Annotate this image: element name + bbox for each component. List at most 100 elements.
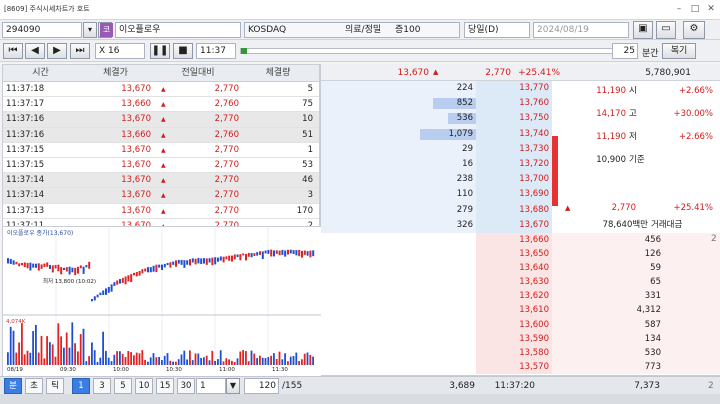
- table-row[interactable]: 11:37:17 13,660 ▲ 2,760 75: [3, 97, 319, 113]
- candle: [7, 258, 9, 264]
- volume-bar: [138, 353, 141, 365]
- up-triangle-icon: ▲: [161, 131, 166, 139]
- tab-interval-6[interactable]: 10: [135, 378, 153, 394]
- date-input[interactable]: 2024/08/19: [533, 22, 629, 38]
- tab-interval-7[interactable]: 15: [156, 378, 174, 394]
- candle: [54, 265, 57, 269]
- bid-row[interactable]: 13,630 65: [321, 275, 720, 289]
- stock-code-input[interactable]: 294090: [2, 22, 82, 38]
- table-row[interactable]: 11:37:18 13,670 ▲ 2,770 5: [3, 82, 319, 98]
- ask-price: 13,750: [519, 113, 549, 124]
- gear-icon[interactable]: ⚙: [683, 21, 705, 39]
- volume-bar: [301, 359, 303, 365]
- ask-qty: 326: [456, 219, 473, 230]
- stop-icon[interactable]: ■: [173, 43, 193, 59]
- tab-type-2[interactable]: 틱: [46, 378, 64, 394]
- volume-bar: [312, 356, 314, 365]
- volume-bar: [275, 358, 278, 365]
- volume-bar: [7, 352, 9, 365]
- ask-row[interactable]: 29 13,730: [321, 142, 553, 157]
- ask-row[interactable]: 16 13,720: [321, 157, 553, 172]
- trade-price: 13,670: [121, 84, 151, 94]
- volume-bar: [250, 350, 253, 365]
- ask-qty: 29: [462, 143, 473, 154]
- bid-row[interactable]: 13,650 126: [321, 247, 720, 261]
- table-row[interactable]: 11:37:13 13,670 ▲ 2,770 170: [3, 203, 319, 219]
- bid-row[interactable]: 13,620 331: [321, 289, 720, 303]
- volume-bar: [65, 332, 68, 365]
- dropdown-chevron-icon[interactable]: ▼: [226, 378, 240, 394]
- tab-interval-3[interactable]: 1: [72, 378, 90, 394]
- table-row[interactable]: 11:37:14 13,670 ▲ 2,770 3: [3, 188, 319, 204]
- bid-row[interactable]: 13,640 59: [321, 261, 720, 275]
- minimize-icon[interactable]: –: [672, 3, 686, 15]
- candle: [141, 269, 144, 274]
- ask-row[interactable]: 110 13,690: [321, 187, 553, 202]
- bid-row[interactable]: 13,570 773: [321, 360, 720, 374]
- tab-interval-5[interactable]: 5: [114, 378, 132, 394]
- table-row[interactable]: 11:37:15 13,670 ▲ 2,770 1: [3, 142, 319, 158]
- trade-volume: 3: [307, 190, 313, 201]
- ask-qty: 1,079: [448, 128, 473, 139]
- time-field[interactable]: 11:37: [196, 43, 236, 59]
- tab-interval-8[interactable]: 30: [177, 378, 195, 394]
- candle: [158, 264, 161, 268]
- speed-field[interactable]: X 16: [95, 43, 145, 59]
- tab-type-1[interactable]: 초: [25, 378, 43, 394]
- tab-type-0[interactable]: 분: [4, 378, 22, 394]
- ask-price: 13,770: [519, 83, 549, 93]
- timeline-slider[interactable]: [240, 48, 620, 54]
- candle: [155, 264, 158, 273]
- last-icon[interactable]: ⏭: [70, 43, 90, 59]
- restore-button[interactable]: 복기: [662, 43, 696, 59]
- candle: [79, 265, 82, 269]
- bid-row[interactable]: 13,590 134: [321, 332, 720, 346]
- maximize-icon[interactable]: □: [688, 3, 702, 15]
- quote-change: 2,770: [485, 68, 511, 78]
- stock-name-field[interactable]: 이오플로우: [115, 22, 241, 38]
- page-input[interactable]: 120: [244, 378, 279, 394]
- table-row[interactable]: 11:37:14 13,670 ▲ 2,770 46: [3, 173, 319, 189]
- candle: [239, 254, 242, 261]
- interval-input[interactable]: 25: [612, 43, 638, 59]
- ask-row[interactable]: 238 13,700: [321, 172, 553, 187]
- up-triangle-icon: ▲: [161, 161, 166, 169]
- tab-interval-4[interactable]: 3: [93, 378, 111, 394]
- bid-row[interactable]: 13,600 587: [321, 318, 720, 332]
- candle: [273, 250, 275, 257]
- pause-icon[interactable]: ❚❚: [150, 43, 170, 59]
- ask-row[interactable]: 224 13,770: [321, 81, 553, 96]
- window-icon[interactable]: ▭: [656, 21, 676, 39]
- bid-row[interactable]: 13,660 456: [321, 233, 720, 247]
- ask-row[interactable]: 536 13,750: [321, 111, 553, 126]
- close-icon[interactable]: ✕: [704, 3, 718, 15]
- dropdown-chevron-icon[interactable]: ▾: [83, 22, 97, 38]
- candle: [228, 255, 231, 261]
- bid-row[interactable]: 13,580 530: [321, 346, 720, 360]
- prev-icon[interactable]: ◀: [25, 43, 45, 59]
- ask-row[interactable]: 852 13,760: [321, 96, 553, 111]
- first-icon[interactable]: ⏮: [3, 43, 23, 59]
- ask-row[interactable]: 326 13,670: [321, 218, 553, 233]
- candle: [217, 257, 219, 262]
- trade-price: 13,670: [121, 175, 151, 186]
- volume-bar: [233, 361, 236, 365]
- ask-row[interactable]: 279 13,680: [321, 203, 553, 218]
- horizontal-scrollbar[interactable]: [0, 394, 720, 404]
- candle: [186, 260, 189, 265]
- spin-input[interactable]: 1: [196, 378, 226, 394]
- ask-row[interactable]: 1,079 13,740: [321, 127, 553, 142]
- table-row[interactable]: 11:37:16 13,660 ▲ 2,760 51: [3, 127, 319, 143]
- slider-thumb[interactable]: [241, 48, 247, 54]
- table-row[interactable]: 11:37:15 13,670 ▲ 2,770 53: [3, 157, 319, 174]
- table-row[interactable]: 11:37:16 13,670 ▲ 2,770 10: [3, 112, 319, 128]
- trades-header: 시간 체결가 전일대비 체결량: [3, 65, 319, 82]
- candle: [99, 292, 102, 296]
- high-rate: +30.00%: [673, 109, 713, 119]
- candle: [29, 262, 32, 271]
- save-icon[interactable]: ▣: [633, 21, 653, 39]
- next-icon[interactable]: ▶: [47, 43, 67, 59]
- bid-row[interactable]: 13,610 4,312: [321, 303, 720, 317]
- period-select[interactable]: 당일(D): [464, 22, 530, 38]
- volume-bar: [270, 355, 272, 365]
